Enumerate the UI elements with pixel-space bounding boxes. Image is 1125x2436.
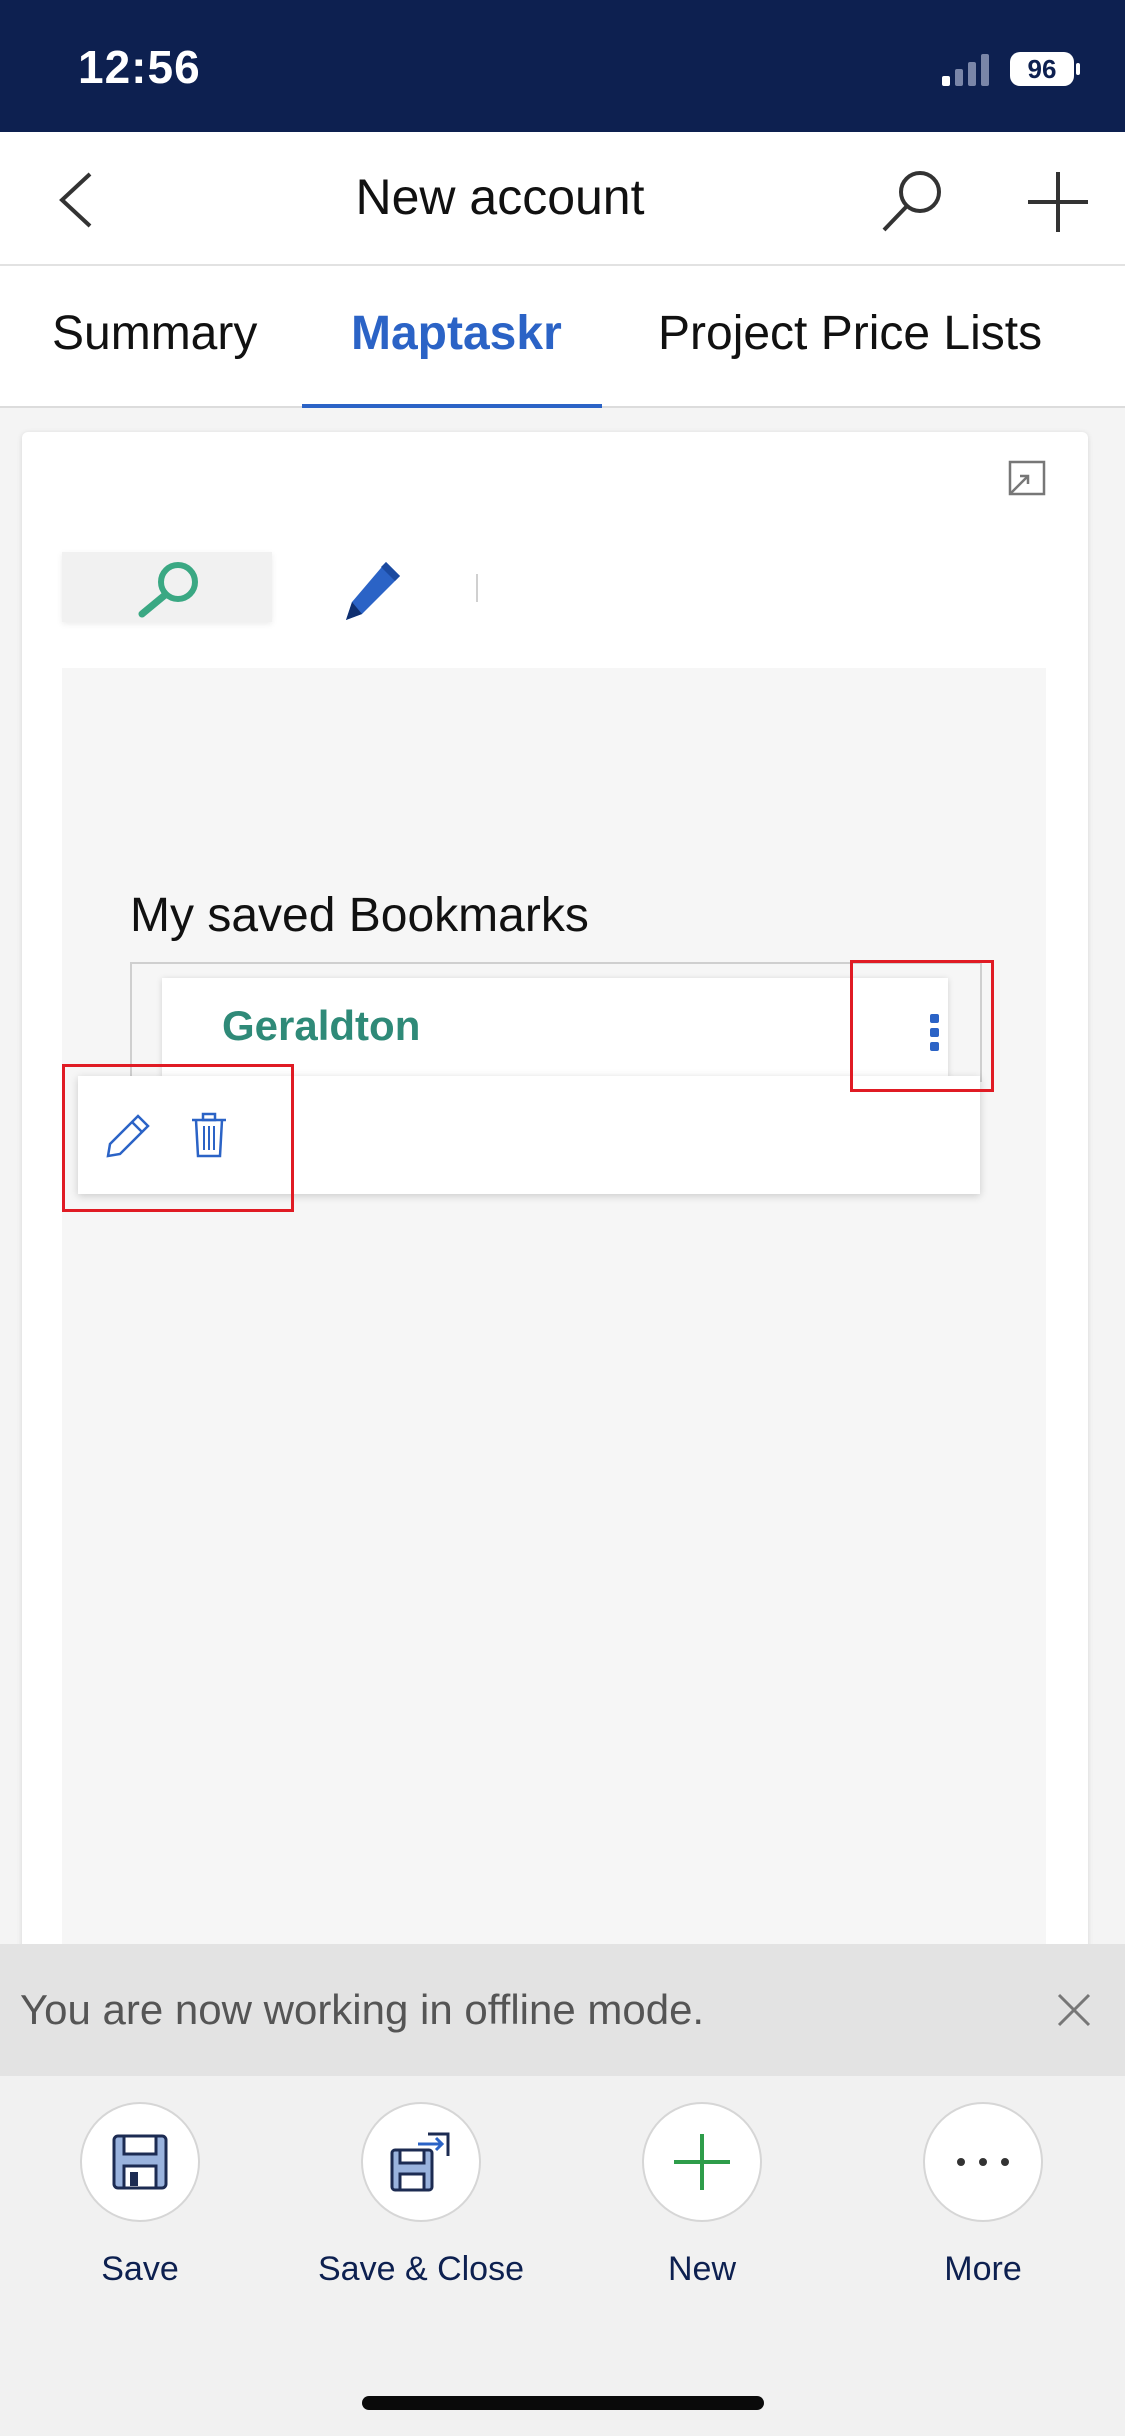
- home-indicator: [362, 2396, 764, 2410]
- tab-bar: Summary Maptaskr Project Price Lists: [0, 266, 1125, 408]
- battery-indicator: 96: [1010, 52, 1074, 86]
- more-icon[interactable]: [953, 2156, 1013, 2168]
- offline-message: You are now working in offline mode.: [20, 1986, 705, 2033]
- plus-icon[interactable]: [1026, 170, 1090, 234]
- expand-icon[interactable]: [1008, 460, 1046, 496]
- tab-maptaskr[interactable]: Maptaskr: [351, 306, 562, 361]
- offline-banner: You are now working in offline mode.: [0, 1944, 1125, 2076]
- save-close-icon[interactable]: [388, 2130, 452, 2194]
- toolbar-divider: [476, 574, 478, 602]
- close-icon[interactable]: [1056, 1992, 1092, 2028]
- tab-summary[interactable]: Summary: [52, 306, 257, 361]
- bookmark-name[interactable]: Geraldton: [222, 1002, 420, 1050]
- page-title: New account: [355, 169, 645, 225]
- cellular-signal-icon: [942, 54, 989, 86]
- save-icon[interactable]: [112, 2134, 168, 2190]
- new-label: New: [667, 2250, 737, 2288]
- status-bar: 12:56 96: [0, 0, 1125, 132]
- header: New account: [0, 132, 1125, 266]
- highlight-box-more-options: [850, 960, 994, 1092]
- map-panel: [62, 668, 1046, 1958]
- bookmarks-heading: My saved Bookmarks: [130, 889, 589, 942]
- save-label: Save: [101, 2250, 179, 2288]
- plus-icon[interactable]: [672, 2132, 732, 2192]
- active-tab-indicator: [302, 404, 602, 408]
- pencil-icon[interactable]: [340, 558, 410, 622]
- highlight-box-actions: [62, 1064, 294, 1212]
- status-time: 12:56: [78, 41, 201, 93]
- more-label: More: [944, 2250, 1022, 2288]
- tab-project-price-lists[interactable]: Project Price Lists: [658, 306, 1042, 361]
- map-search-icon[interactable]: [134, 558, 204, 618]
- search-icon[interactable]: [880, 168, 946, 234]
- save-close-label: Save & Close: [318, 2250, 524, 2288]
- battery-cap: [1076, 63, 1080, 75]
